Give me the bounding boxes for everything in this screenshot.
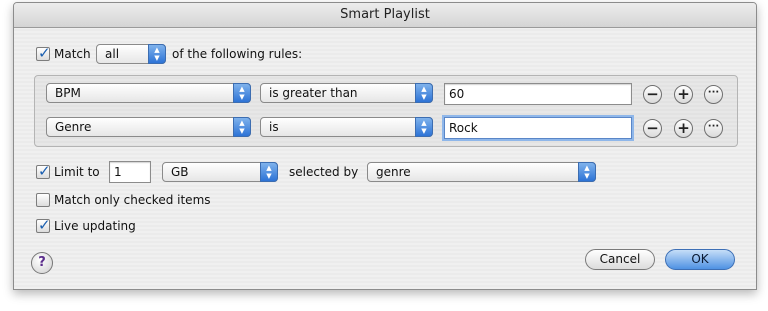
updown-arrows-icon: ▲ ▼ <box>148 44 166 64</box>
match-mode-value: all <box>105 47 120 61</box>
cancel-button[interactable]: Cancel <box>585 249 655 270</box>
updown-arrows-icon: ▲ ▼ <box>233 117 251 137</box>
rule-1-operator-popup[interactable]: is greater than ▲ ▼ <box>260 83 433 103</box>
window-title: Smart Playlist <box>14 3 756 28</box>
rule-2-operator: is <box>269 120 279 134</box>
rule-2-remove-button[interactable]: − <box>643 119 662 138</box>
match-checkbox[interactable]: ✓ <box>36 44 51 62</box>
smart-playlist-dialog: Smart Playlist ✓ Match all ▲ ▼ of the fol… <box>13 2 757 290</box>
rule-2-value-field[interactable]: Rock <box>444 117 632 139</box>
limit-unit-popup[interactable]: GB ▲ ▼ <box>162 162 278 182</box>
rule-1-operator: is greater than <box>269 86 358 100</box>
rule-2-field: Genre <box>55 120 92 134</box>
updown-arrows-icon: ▲ ▼ <box>415 83 433 103</box>
ok-button[interactable]: OK <box>665 249 735 270</box>
updown-arrows-icon: ▲ ▼ <box>233 83 251 103</box>
limit-label: Limit to <box>54 165 100 179</box>
rule-1-value-field[interactable]: 60 <box>444 83 632 105</box>
checkmark-icon: ✓ <box>38 44 51 62</box>
limit-checkbox[interactable]: ✓ <box>36 162 51 180</box>
rule-1-field-popup[interactable]: BPM ▲ ▼ <box>46 83 251 103</box>
checkmark-icon: ✓ <box>38 216 51 234</box>
match-suffix-label: of the following rules: <box>172 47 303 61</box>
checkmark-icon: ✓ <box>38 162 51 180</box>
limit-unit: GB <box>171 165 189 179</box>
limit-value-field[interactable]: 1 <box>109 161 151 183</box>
rule-1-field: BPM <box>55 86 81 100</box>
rule-1-add-button[interactable]: + <box>674 85 693 104</box>
live-updating-label: Live updating <box>54 219 136 233</box>
rule-2-more-button[interactable]: ··· <box>704 119 723 138</box>
rule-1-remove-button[interactable]: − <box>643 85 662 104</box>
rule-2-field-popup[interactable]: Genre ▲ ▼ <box>46 117 251 137</box>
selected-by-label: selected by <box>289 165 359 179</box>
updown-arrows-icon: ▲ ▼ <box>578 162 596 182</box>
rule-2-add-button[interactable]: + <box>674 119 693 138</box>
live-updating-checkbox[interactable]: ✓ <box>36 216 51 234</box>
selected-by-value: genre <box>376 165 411 179</box>
match-only-checked-checkbox[interactable] <box>36 193 50 207</box>
help-button[interactable]: ? <box>31 252 53 274</box>
rule-1-more-button[interactable]: ··· <box>704 85 723 104</box>
match-only-checked-label: Match only checked items <box>54 193 211 207</box>
selected-by-popup[interactable]: genre ▲ ▼ <box>367 162 596 182</box>
match-mode-popup[interactable]: all ▲ ▼ <box>96 44 166 64</box>
updown-arrows-icon: ▲ ▼ <box>415 117 433 137</box>
rule-2-operator-popup[interactable]: is ▲ ▼ <box>260 117 433 137</box>
updown-arrows-icon: ▲ ▼ <box>260 162 278 182</box>
match-label: Match <box>54 47 91 61</box>
